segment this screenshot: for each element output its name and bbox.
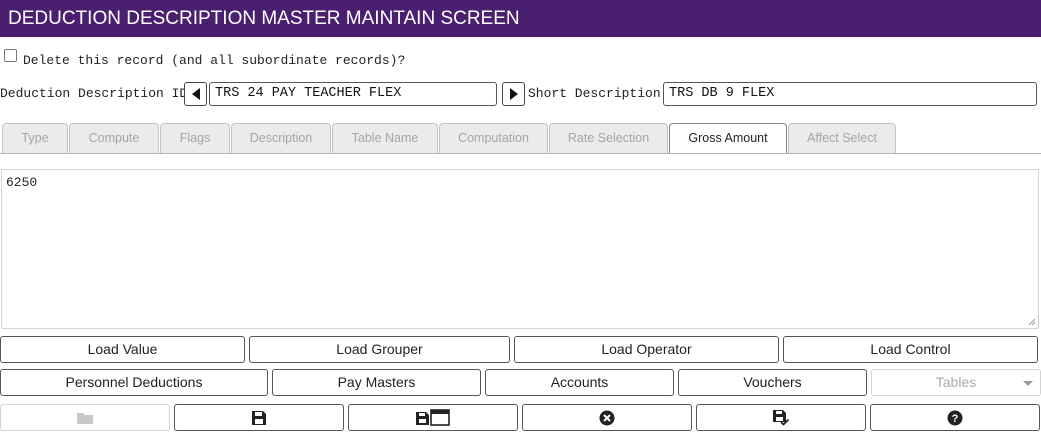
personnel-deductions-button[interactable]: Personnel Deductions (0, 369, 268, 396)
deduction-id-field[interactable]: TRS 24 PAY TEACHER FLEX (209, 82, 497, 106)
vouchers-button[interactable]: Vouchers (678, 369, 867, 396)
window-title: DEDUCTION DESCRIPTION MASTER MAINTAIN SC… (0, 0, 1041, 37)
tab-gross-amount[interactable]: Gross Amount (669, 123, 787, 154)
previous-record-button[interactable] (184, 82, 207, 106)
tab-computation[interactable]: Computation (439, 123, 548, 153)
tab-description[interactable]: Description (231, 123, 331, 153)
delete-record-checkbox[interactable] (4, 49, 17, 62)
save-and-new-window-button[interactable] (348, 404, 518, 431)
next-record-button[interactable] (502, 82, 525, 106)
pay-masters-button[interactable]: Pay Masters (272, 369, 481, 396)
short-description-field[interactable]: TRS DB 9 FLEX (663, 82, 1037, 106)
chevron-down-icon (1023, 381, 1033, 386)
tab-affect-select[interactable]: Affect Select (788, 123, 896, 153)
cancel-button[interactable] (522, 404, 692, 431)
gross-amount-textarea[interactable]: 6250 (1, 169, 1039, 329)
save-and-check-button[interactable] (696, 404, 866, 431)
save-button[interactable] (174, 404, 344, 431)
deduction-id-label: Deduction Description ID: (0, 86, 196, 101)
triangle-left-icon (191, 88, 200, 100)
save-and-new-window-icon (416, 409, 450, 426)
folder-icon (77, 412, 93, 424)
svg-text:?: ? (952, 413, 959, 425)
load-grouper-button[interactable]: Load Grouper (249, 336, 510, 363)
tables-select[interactable]: Tables (871, 369, 1041, 396)
gross-amount-value: 6250 (6, 175, 38, 190)
save-check-icon (773, 410, 790, 426)
help-button[interactable]: ? (870, 404, 1040, 431)
tab-compute[interactable]: Compute (69, 123, 159, 153)
load-value-button[interactable]: Load Value (0, 336, 245, 363)
open-folder-button[interactable] (0, 404, 170, 431)
help-icon: ? (947, 410, 963, 425)
save-icon (252, 410, 266, 425)
triangle-right-icon (509, 88, 518, 100)
load-operator-button[interactable]: Load Operator (514, 336, 779, 363)
tab-type[interactable]: Type (2, 123, 68, 153)
accounts-button[interactable]: Accounts (485, 369, 674, 396)
delete-record-label: Delete this record (and all subordinate … (23, 53, 406, 68)
close-circle-icon (599, 410, 615, 425)
resize-handle-icon[interactable] (1028, 318, 1036, 326)
load-control-button[interactable]: Load Control (783, 336, 1038, 363)
tab-flags[interactable]: Flags (160, 123, 230, 153)
tables-select-label: Tables (935, 374, 977, 390)
tab-rate-selection[interactable]: Rate Selection (549, 123, 668, 153)
short-description-label: Short Description: (528, 86, 669, 101)
tab-divider (0, 153, 1041, 154)
tab-table-name[interactable]: Table Name (332, 123, 438, 153)
